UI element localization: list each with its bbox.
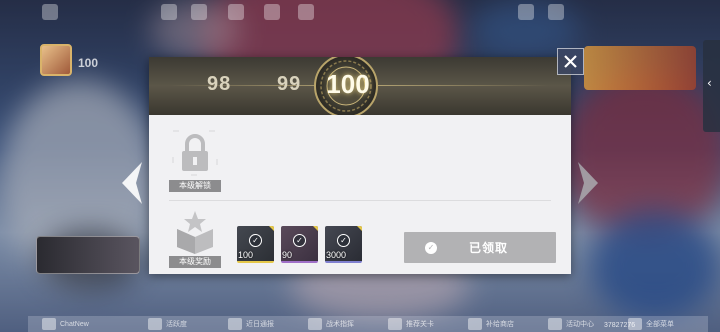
bottom-menu-item[interactable]: 近日通报 <box>228 318 274 330</box>
check-icon: ✓ <box>249 234 262 247</box>
reward-box-icon <box>177 211 213 254</box>
reward-item[interactable]: ✓ 100 <box>237 226 274 263</box>
mail-icon[interactable] <box>161 4 177 20</box>
event-icon <box>548 318 562 330</box>
report-icon <box>228 318 242 330</box>
item-quantity: 3000 <box>326 250 347 260</box>
calendar-icon[interactable] <box>298 4 314 20</box>
item-quantity: 90 <box>282 250 293 260</box>
reward-item[interactable]: ✓ 3000 <box>325 226 362 263</box>
section-divider <box>169 200 551 201</box>
previous-level-arrow[interactable] <box>118 160 144 206</box>
stage-icon <box>388 318 402 330</box>
rarity-corner <box>269 226 274 231</box>
bottom-menu-item[interactable]: 活跃度 <box>148 318 187 330</box>
level-reward-dialog: 98 99 100 本级解锁 本级奖励 ✓ 100 ✓ 90 ✓ 3000 ✓ … <box>149 57 571 274</box>
chevron-left-icon: ‹ <box>707 76 712 90</box>
rarity-corner <box>313 226 318 231</box>
level-99[interactable]: 99 <box>277 73 301 96</box>
activity-icon <box>148 318 162 330</box>
player-level: 100 <box>78 56 99 70</box>
gift-icon[interactable] <box>264 4 280 20</box>
level-track-header: 98 99 100 <box>149 57 571 115</box>
friends-icon[interactable] <box>228 4 244 20</box>
item-quantity: 100 <box>238 250 254 260</box>
check-circle-icon: ✓ <box>425 241 437 254</box>
bottom-menu-item[interactable]: 战术指挥 <box>308 318 354 330</box>
chat-icon <box>42 318 56 330</box>
settings-icon[interactable] <box>42 4 58 20</box>
unlock-section-label: 本级解锁 <box>169 180 221 192</box>
top-toolbar <box>36 4 564 28</box>
current-level: 100 <box>326 69 370 99</box>
next-level-arrow[interactable] <box>576 160 602 206</box>
reward-item[interactable]: ✓ 90 <box>281 226 318 263</box>
lock-icon <box>172 130 218 176</box>
level-98[interactable]: 98 <box>207 73 231 96</box>
notice-icon[interactable] <box>191 4 207 20</box>
claimed-button[interactable]: ✓ 已领取 <box>404 232 556 263</box>
bottom-menu-item[interactable]: ChatNew <box>42 318 89 330</box>
check-icon: ✓ <box>337 234 350 247</box>
currency-icon[interactable] <box>518 4 534 20</box>
player-uid: 37827276 <box>604 322 636 329</box>
close-icon <box>564 55 577 68</box>
shop-icon <box>468 318 482 330</box>
side-drawer-tab[interactable]: ‹ <box>703 40 720 132</box>
gem-icon[interactable] <box>548 4 564 20</box>
claimed-label: 已领取 <box>469 241 509 255</box>
avatar[interactable] <box>40 44 72 76</box>
bottom-menu-item[interactable]: 活动中心 <box>548 318 594 330</box>
bottom-menu-item[interactable]: 推荐关卡 <box>388 318 434 330</box>
event-banner[interactable] <box>584 46 696 90</box>
check-icon: ✓ <box>293 234 306 247</box>
bottom-menu-item[interactable]: 补给商店 <box>468 318 514 330</box>
command-icon <box>308 318 322 330</box>
reward-section-label: 本级奖励 <box>169 256 221 268</box>
close-button[interactable] <box>557 48 584 75</box>
rarity-corner <box>357 226 362 231</box>
video-thumbnail[interactable] <box>36 236 140 274</box>
